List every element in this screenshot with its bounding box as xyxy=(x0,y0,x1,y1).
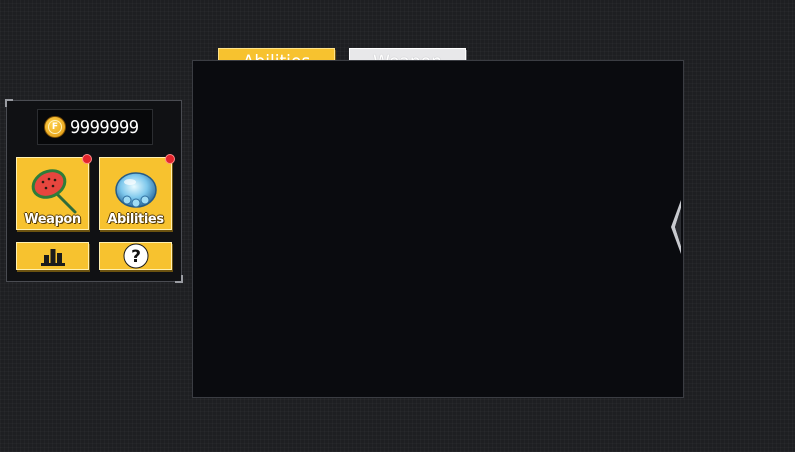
weapon-tile-label: Weapon xyxy=(24,212,81,227)
collapse-panel-handle[interactable] xyxy=(669,198,683,256)
abilities-tile-label: Abilities xyxy=(107,212,164,227)
leaderboard-button[interactable] xyxy=(16,242,89,270)
weapon-tile-button[interactable]: Weapon xyxy=(16,154,92,230)
crystal-orb-icon xyxy=(115,172,157,208)
currency-amount: 9999999 xyxy=(70,116,139,138)
chevron-left-icon xyxy=(671,200,681,254)
coin-icon: F xyxy=(44,116,66,138)
currency-display: F 9999999 xyxy=(37,109,153,145)
help-icon: ? xyxy=(123,243,148,269)
notification-dot xyxy=(165,154,175,164)
leaderboard-icon xyxy=(40,249,65,266)
abilities-tile-button[interactable]: Abilities xyxy=(99,154,175,230)
notification-dot xyxy=(82,154,92,164)
watermelon-net-icon xyxy=(31,169,77,214)
content-panel xyxy=(192,60,684,398)
help-glyph: ? xyxy=(131,247,141,267)
help-button[interactable]: ? xyxy=(99,242,172,270)
coin-icon-letter: F xyxy=(48,120,62,134)
side-menu: F 9999999 Weapon Abilities ? xyxy=(5,99,183,283)
